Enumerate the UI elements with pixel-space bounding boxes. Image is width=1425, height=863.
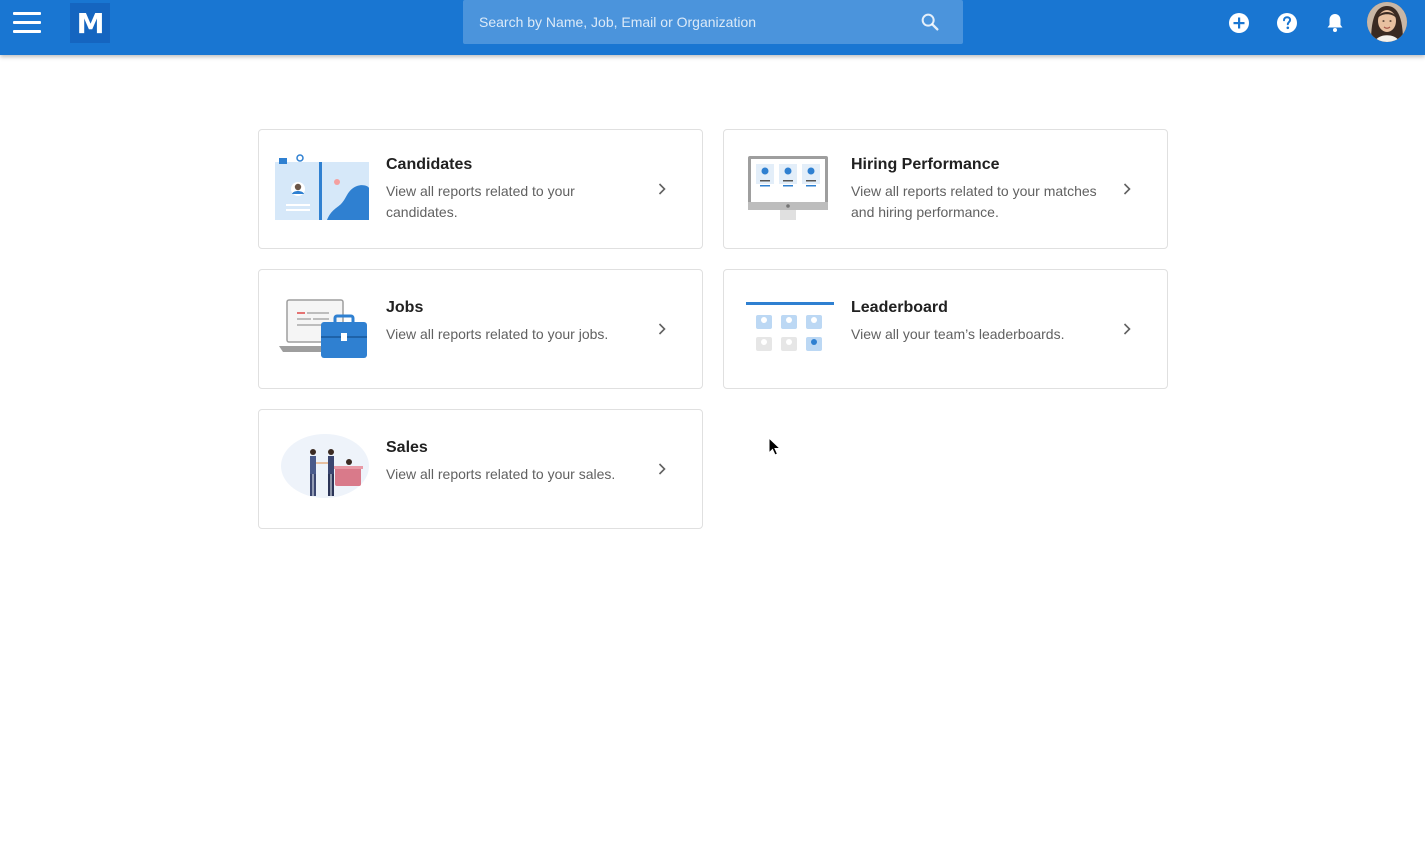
sales-illustration bbox=[281, 434, 369, 498]
report-card-candidates[interactable]: Candidates View all reports related to y… bbox=[258, 129, 703, 249]
card-description: View all your team’s leaderboards. bbox=[851, 326, 1065, 342]
leaderboard-illustration bbox=[746, 302, 834, 351]
help-icon[interactable] bbox=[1275, 11, 1299, 35]
hamburger-menu-icon[interactable] bbox=[13, 12, 41, 34]
card-title: Leaderboard bbox=[851, 299, 948, 316]
card-title: Sales bbox=[386, 439, 428, 456]
card-description: View all reports related to your jobs. bbox=[386, 326, 609, 342]
card-title: Candidates bbox=[386, 156, 473, 173]
report-card-hiring-performance[interactable]: Hiring Performance View all reports rela… bbox=[723, 129, 1168, 249]
search-icon[interactable] bbox=[919, 11, 941, 33]
hiring-performance-illustration bbox=[748, 156, 828, 220]
report-card-sales[interactable]: Sales View all reports related to your s… bbox=[258, 409, 703, 529]
chevron-right-icon bbox=[1123, 183, 1131, 195]
mouse-cursor-icon bbox=[768, 437, 782, 456]
report-card-jobs[interactable]: Jobs View all reports related to your jo… bbox=[258, 269, 703, 389]
chevron-right-icon bbox=[658, 183, 666, 195]
chevron-right-icon bbox=[658, 323, 666, 335]
report-card-leaderboard[interactable]: Leaderboard View all your team’s leaderb… bbox=[723, 269, 1168, 389]
avatar[interactable] bbox=[1367, 2, 1407, 42]
bell-icon[interactable] bbox=[1323, 11, 1347, 35]
card-title: Jobs bbox=[386, 299, 424, 316]
jobs-illustration bbox=[279, 299, 367, 358]
candidates-illustration bbox=[275, 154, 369, 220]
add-circle-icon[interactable] bbox=[1227, 11, 1251, 35]
top-app-bar: M bbox=[0, 0, 1425, 55]
card-title: Hiring Performance bbox=[851, 156, 1000, 173]
chevron-right-icon bbox=[1123, 323, 1131, 335]
search-input[interactable] bbox=[463, 0, 903, 44]
chevron-right-icon bbox=[658, 463, 666, 475]
logo-letter: M bbox=[76, 6, 105, 40]
app-logo[interactable]: M bbox=[70, 3, 110, 43]
card-description: View all reports related to your sales. bbox=[386, 466, 616, 482]
card-description: View all reports related to your candida… bbox=[386, 183, 575, 220]
search-bar bbox=[463, 0, 963, 44]
card-description: View all reports related to your matches… bbox=[851, 183, 1097, 220]
